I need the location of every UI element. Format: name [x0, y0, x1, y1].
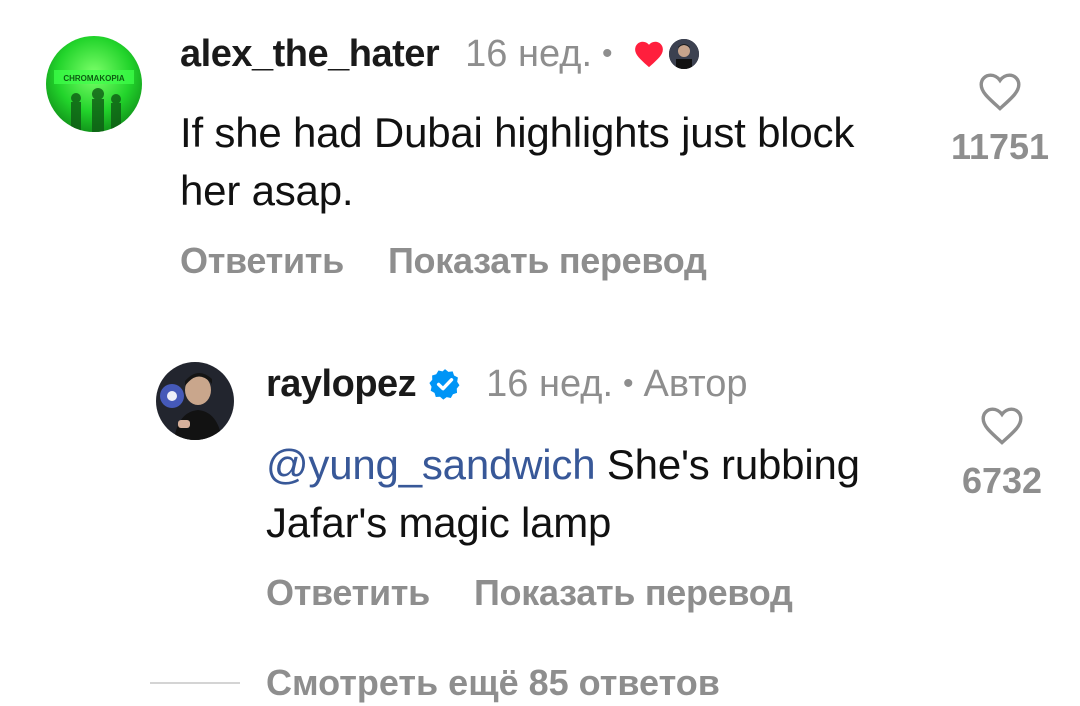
- verified-badge-icon: [428, 367, 462, 401]
- view-more-replies[interactable]: Смотреть ещё 85 ответов: [150, 660, 720, 706]
- view-more-label[interactable]: Смотреть ещё 85 ответов: [266, 662, 720, 704]
- comment-actions: Ответить Показать перевод: [180, 240, 707, 282]
- comment-time: 16 нед.: [465, 32, 592, 75]
- comment-header: alex_the_hater 16 нед. •: [180, 30, 701, 78]
- show-translation-button[interactable]: Показать перевод: [474, 572, 793, 614]
- like-column: 6732: [932, 402, 1072, 502]
- author-avatar-mini: [666, 37, 701, 71]
- like-column: 11751: [930, 68, 1070, 168]
- separator-dot: •: [602, 37, 613, 70]
- reply-header: raylopez 16 нед. • Автор: [266, 360, 747, 408]
- reply-text: @yung_sandwich She's rubbing Jafar's mag…: [266, 441, 860, 546]
- reply-actions: Ответить Показать перевод: [266, 572, 793, 614]
- reply-button[interactable]: Ответить: [180, 240, 344, 282]
- heart-filled-icon: [633, 38, 665, 70]
- divider-line: [150, 682, 240, 684]
- separator-dot: •: [623, 367, 634, 400]
- heart-outline-icon[interactable]: [978, 402, 1026, 446]
- comment-text: If she had Dubai highlights just block h…: [180, 109, 855, 214]
- show-translation-button[interactable]: Показать перевод: [388, 240, 707, 282]
- heart-outline-icon[interactable]: [976, 68, 1024, 112]
- like-count: 6732: [961, 460, 1043, 501]
- username[interactable]: alex_the_hater: [180, 33, 440, 76]
- avatar-alex-the-hater[interactable]: CHROMAKOPIA: [46, 36, 142, 132]
- mention-link[interactable]: @yung_sandwich: [266, 441, 596, 488]
- avatar-lettering: CHROMAKOPIA: [63, 74, 125, 83]
- username[interactable]: raylopez: [266, 363, 417, 406]
- like-count: 11751: [950, 126, 1050, 167]
- comment-time: 16 нед.: [486, 362, 614, 405]
- reply-button[interactable]: Ответить: [266, 572, 430, 614]
- author-tag: Автор: [643, 362, 748, 405]
- avatar-raylopez[interactable]: [156, 362, 234, 440]
